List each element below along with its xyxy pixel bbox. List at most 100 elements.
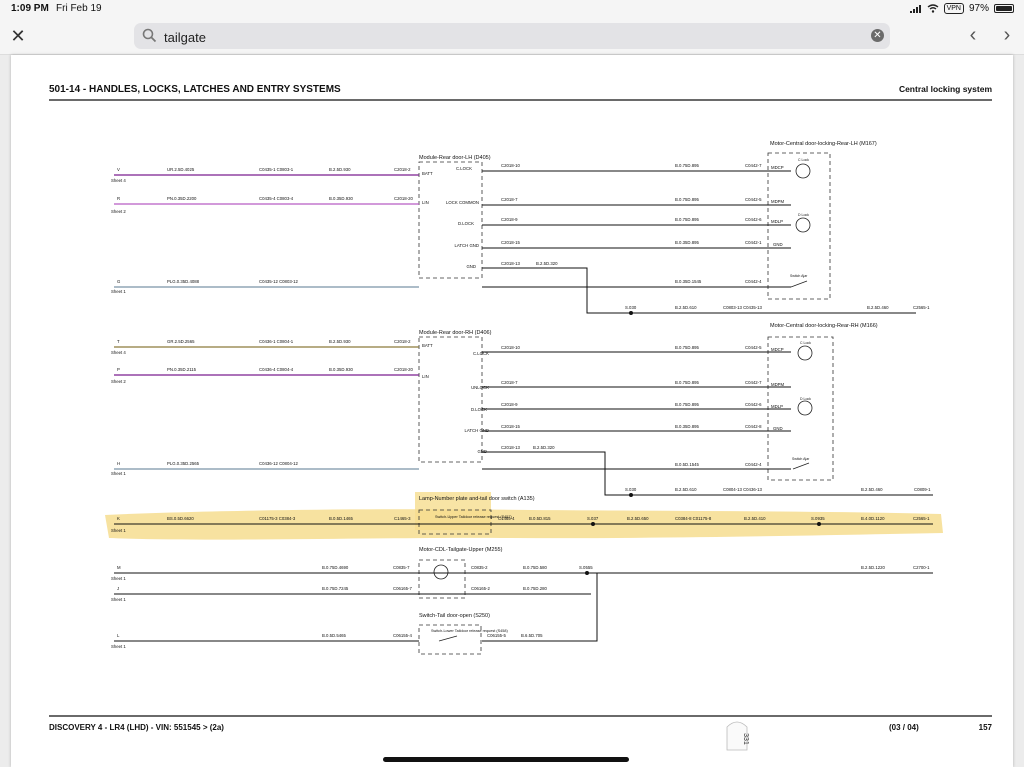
svg-text:D.LOCK: D.LOCK	[458, 221, 474, 226]
svg-text:L: L	[117, 633, 120, 638]
svg-text:C01175-3 C0384-3: C01175-3 C0384-3	[259, 516, 296, 521]
svg-text:C0442-7: C0442-7	[745, 380, 762, 385]
svg-text:B.0.35D.930: B.0.35D.930	[329, 367, 353, 372]
svg-text:D.LOCK: D.LOCK	[471, 407, 487, 412]
svg-text:B.0.75D.580: B.0.75D.580	[523, 565, 547, 570]
svg-text:C2018-10: C2018-10	[501, 163, 520, 168]
svg-text:B.0.5D.5465: B.0.5D.5465	[322, 633, 346, 638]
svg-text:Switch Ajar: Switch Ajar	[792, 457, 810, 461]
svg-text:P: P	[117, 367, 120, 372]
page-tab[interactable]: 331	[726, 721, 749, 751]
svg-text:C2018-2: C2018-2	[394, 339, 411, 344]
svg-text:C Lock: C Lock	[798, 158, 809, 162]
svg-text:M: M	[117, 565, 121, 570]
signal-icon	[909, 4, 921, 13]
svg-text:B.0.35D.1545: B.0.35D.1545	[675, 279, 702, 284]
svg-text:B.2.5D.930: B.2.5D.930	[329, 167, 351, 172]
svg-text:C06165-2: C06165-2	[471, 586, 490, 591]
svg-text:B.0.75D.895: B.0.75D.895	[675, 380, 699, 385]
svg-text:C2565-1: C2565-1	[913, 305, 930, 310]
svg-text:C1465-4: C1465-4	[498, 516, 515, 521]
svg-text:MDLP: MDLP	[771, 219, 783, 224]
svg-text:C.LOCK: C.LOCK	[456, 166, 472, 171]
svg-text:Sheet 1: Sheet 1	[111, 289, 126, 294]
svg-text:GND: GND	[773, 242, 783, 247]
svg-text:B.2.5D.650: B.2.5D.650	[627, 516, 649, 521]
svg-text:B.0.75D.895: B.0.75D.895	[675, 345, 699, 350]
svg-text:Sheet 4: Sheet 4	[111, 350, 126, 355]
svg-text:C0442-7: C0442-7	[745, 163, 762, 168]
svg-text:D Lock: D Lock	[798, 213, 809, 217]
doc-footer-left: DISCOVERY 4 - LR4 (LHD) - VIN: 551545 > …	[49, 723, 224, 732]
home-indicator[interactable]	[383, 757, 629, 762]
svg-text:C2018-10: C2018-10	[501, 345, 520, 350]
svg-text:B.0.75D.895: B.0.75D.895	[675, 163, 699, 168]
svg-text:C2018-20: C2018-20	[394, 367, 413, 372]
svg-text:C0442-6: C0442-6	[745, 217, 762, 222]
svg-text:GND: GND	[773, 426, 783, 431]
svg-text:MDCP: MDCP	[771, 347, 784, 352]
svg-text:C2018-9: C2018-9	[501, 402, 518, 407]
svg-text:C0809-1: C0809-1	[914, 487, 931, 492]
svg-text:B.2.5D.460: B.2.5D.460	[861, 487, 883, 492]
svg-text:C0442-1: C0442-1	[745, 240, 762, 245]
svg-text:C2018-15: C2018-15	[501, 424, 520, 429]
svg-text:GND: GND	[477, 449, 487, 454]
svg-text:C0442-4: C0442-4	[745, 462, 762, 467]
search-input[interactable]	[162, 26, 846, 48]
svg-text:Switch Ajar: Switch Ajar	[790, 274, 808, 278]
search-bar[interactable]: ✕	[134, 23, 890, 49]
svg-text:B.0.75D.7245: B.0.75D.7245	[322, 586, 349, 591]
svg-text:PN.0.35D.2115: PN.0.35D.2115	[167, 367, 197, 372]
svg-text:S.030: S.030	[625, 305, 637, 310]
svg-text:LIN: LIN	[422, 374, 429, 379]
svg-text:C0442-6: C0442-6	[745, 402, 762, 407]
svg-text:C0835-7: C0835-7	[393, 565, 410, 570]
svg-text:S.030: S.030	[625, 487, 637, 492]
svg-text:S.0935: S.0935	[811, 516, 825, 521]
module-rear-rh: Module-Rear door-RH (D406)	[418, 330, 492, 463]
svg-text:B.0.35D.895: B.0.35D.895	[675, 424, 699, 429]
document-page: 501-14 - HANDLES, LOCKS, LATCHES AND ENT…	[11, 55, 1013, 767]
svg-text:Sheet 1: Sheet 1	[111, 576, 126, 581]
svg-text:PLG.0.35D.4088: PLG.0.35D.4088	[167, 279, 200, 284]
clear-icon[interactable]: ✕	[871, 29, 884, 42]
status-time: 1:09 PM	[11, 3, 49, 14]
doc-header-title: 501-14 - HANDLES, LOCKS, LATCHES AND ENT…	[49, 84, 341, 95]
svg-text:C2018-7: C2018-7	[501, 380, 518, 385]
svg-text:C06155-5: C06155-5	[487, 633, 506, 638]
top-toolbar: ✕ ✕ ‹ ›	[0, 18, 1024, 55]
close-icon[interactable]: ✕	[8, 26, 28, 46]
svg-text:MDPM: MDPM	[771, 199, 785, 204]
svg-text:R: R	[117, 196, 120, 201]
svg-text:D Lock: D Lock	[800, 397, 811, 401]
svg-text:B.0.35D.895: B.0.35D.895	[675, 240, 699, 245]
doc-footer-right: 157	[979, 723, 993, 732]
rh-output-wires: C.LOCK C2018-10 B.0.75D.895 C0442-5 MDCP UNL…	[464, 345, 933, 497]
svg-text:MDLP: MDLP	[771, 404, 783, 409]
svg-text:C2018-15: C2018-15	[501, 240, 520, 245]
motor-rh-title: Motor-Central door-locking-Rear-RH (M166…	[770, 323, 878, 329]
svg-text:C0804-13 C0436-13: C0804-13 C0436-13	[723, 487, 763, 492]
page-tab-number: 331	[742, 733, 749, 745]
svg-text:PN.0.35D.2200: PN.0.35D.2200	[167, 196, 197, 201]
svg-text:LATCH GND: LATCH GND	[454, 243, 479, 248]
chevron-right-icon[interactable]: ›	[995, 24, 1019, 48]
wifi-icon	[927, 4, 939, 13]
chevron-left-icon[interactable]: ‹	[961, 24, 985, 48]
svg-text:BS.0.5D.6620: BS.0.5D.6620	[167, 516, 194, 521]
motor-lh-title: Motor-Central door-locking-Rear-LH (M167…	[770, 141, 877, 147]
svg-text:C0835-2: C0835-2	[471, 565, 488, 570]
svg-text:LOCK COMMON: LOCK COMMON	[446, 200, 479, 205]
svg-text:LIN: LIN	[422, 200, 429, 205]
svg-text:Sheet 1: Sheet 1	[111, 528, 126, 533]
svg-text:S.037: S.037	[587, 516, 599, 521]
svg-text:B.2.5D.1220: B.2.5D.1220	[861, 565, 885, 570]
svg-text:B.2.5D.410: B.2.5D.410	[744, 516, 766, 521]
svg-text:C0435-1 C0803-1: C0435-1 C0803-1	[259, 167, 294, 172]
svg-text:C2565-1: C2565-1	[913, 516, 930, 521]
svg-text:C06155-4: C06155-4	[393, 633, 412, 638]
svg-text:GND: GND	[466, 264, 476, 269]
svg-text:BATT: BATT	[422, 171, 433, 176]
svg-text:UNLOCK: UNLOCK	[471, 385, 489, 390]
